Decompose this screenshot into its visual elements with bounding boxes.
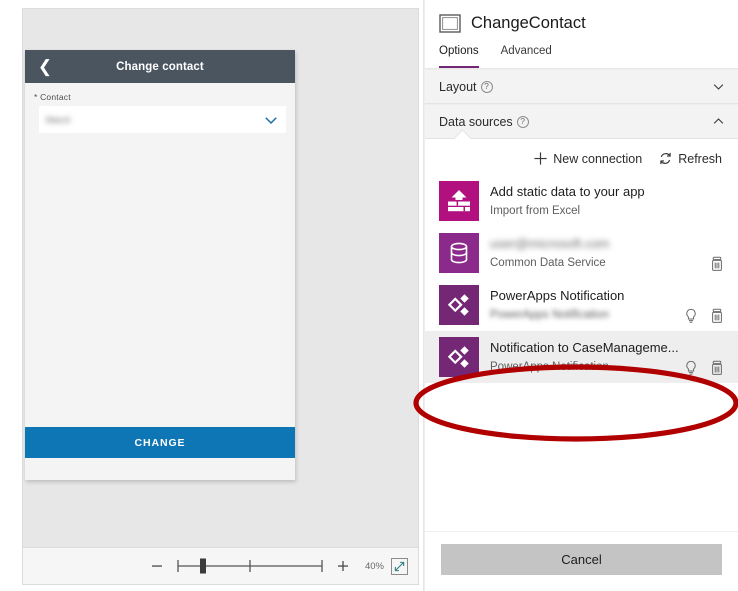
- data-source-row-common-data-service[interactable]: user@microsoft.com Common Data Service: [425, 227, 738, 279]
- zoom-slider-track: [177, 558, 323, 574]
- contact-dropdown[interactable]: Marcil: [39, 106, 286, 133]
- data-source-title: user@microsoft.com: [490, 236, 610, 251]
- help-circle-icon[interactable]: ?: [516, 115, 529, 128]
- plus-icon: [338, 561, 348, 571]
- data-sources-body: New connection Refresh Add static data t…: [425, 139, 738, 531]
- zoom-slider[interactable]: [172, 557, 328, 575]
- required-marker: *: [34, 92, 38, 102]
- data-source-text: Add static data to your app Import from …: [490, 183, 713, 219]
- new-connection-label: New connection: [553, 151, 643, 166]
- trash-icon[interactable]: [710, 360, 724, 376]
- data-source-text: Notification to CaseManageme... PowerApp…: [490, 339, 679, 375]
- section-data-sources-text: Data sources: [439, 114, 513, 129]
- plus-icon: [534, 152, 547, 165]
- expand-icon: [394, 561, 405, 571]
- data-source-row-static-data[interactable]: Add static data to your app Import from …: [425, 175, 738, 227]
- data-source-row-notification-to-casemanagement[interactable]: Notification to CaseManageme... PowerApp…: [425, 331, 738, 383]
- change-button[interactable]: CHANGE: [25, 427, 295, 458]
- phone-preview: ❮ Change contact * Contact Marcil CHANGE: [25, 50, 295, 480]
- zoom-out-button[interactable]: [149, 558, 165, 574]
- data-sources-list: Add static data to your app Import from …: [425, 175, 738, 383]
- chevron-left-icon[interactable]: ❮: [34, 50, 56, 83]
- data-source-text: PowerApps Notification PowerApps Notific…: [490, 287, 673, 323]
- fullscreen-button[interactable]: [391, 557, 408, 575]
- section-data-sources-label: Data sources ?: [439, 115, 711, 129]
- new-connection-button[interactable]: New connection: [533, 151, 642, 166]
- contact-dropdown-value: Marcil: [46, 114, 70, 125]
- data-source-subtitle: Import from Excel: [490, 205, 581, 217]
- screen-icon: [439, 13, 461, 33]
- panel-tabs: Options Advanced: [425, 42, 738, 69]
- data-source-row-actions: [710, 256, 724, 275]
- contact-label-text: Contact: [40, 92, 71, 102]
- refresh-button[interactable]: Refresh: [658, 151, 722, 166]
- data-source-subtitle: PowerApps Notification: [490, 309, 609, 321]
- phone-screen-title: Change contact: [116, 60, 204, 73]
- database-icon: [439, 233, 479, 273]
- chevron-up-icon: [713, 118, 724, 124]
- chevron-down-icon: [713, 84, 724, 90]
- lightbulb-icon[interactable]: [684, 360, 698, 376]
- refresh-icon: [660, 152, 671, 165]
- section-layout-label: Layout ?: [439, 80, 711, 94]
- data-source-title: Add static data to your app: [490, 184, 645, 199]
- app-root: ❮ Change contact * Contact Marcil CHANGE: [0, 0, 738, 591]
- lightbulb-icon[interactable]: [684, 308, 698, 324]
- app-canvas[interactable]: ❮ Change contact * Contact Marcil CHANGE: [22, 8, 419, 547]
- tab-advanced[interactable]: Advanced: [501, 42, 552, 68]
- data-source-row-powerapps-notification[interactable]: PowerApps Notification PowerApps Notific…: [425, 279, 738, 331]
- panel-footer: Cancel: [425, 531, 738, 591]
- trash-icon[interactable]: [710, 256, 724, 272]
- canvas-zoom-bar: 40%: [22, 547, 419, 585]
- upload-data-icon: [439, 181, 479, 221]
- refresh-label: Refresh: [678, 151, 722, 166]
- section-layout[interactable]: Layout ?: [425, 69, 738, 104]
- data-source-title: PowerApps Notification: [490, 288, 625, 303]
- data-source-title: Notification to CaseManageme...: [490, 340, 679, 355]
- data-source-row-actions: [684, 360, 724, 379]
- cancel-button[interactable]: Cancel: [441, 544, 722, 575]
- data-source-row-actions: [684, 308, 724, 327]
- canvas-pane: ❮ Change contact * Contact Marcil CHANGE: [0, 0, 424, 591]
- section-data-sources[interactable]: Data sources ?: [425, 104, 738, 139]
- data-source-subtitle: Common Data Service: [490, 257, 606, 269]
- data-sources-toolbar: New connection Refresh: [425, 143, 738, 175]
- zoom-in-button[interactable]: [335, 558, 351, 574]
- phone-screen-header: ❮ Change contact: [25, 50, 295, 83]
- powerapps-icon: [439, 337, 479, 377]
- panel-title: ChangeContact: [471, 13, 586, 32]
- contact-field-label: * Contact: [34, 92, 295, 102]
- trash-icon[interactable]: [710, 308, 724, 324]
- data-source-subtitle: PowerApps Notification: [490, 361, 609, 373]
- chevron-down-icon: [265, 116, 277, 124]
- right-properties-panel: ChangeContact Options Advanced Layout ? …: [413, 0, 738, 591]
- data-source-text: user@microsoft.com Common Data Service: [490, 235, 699, 271]
- powerapps-icon: [439, 285, 479, 325]
- zoom-percent-label: 40%: [364, 560, 384, 572]
- panel-header: ChangeContact: [425, 0, 738, 42]
- tab-options[interactable]: Options: [439, 42, 479, 68]
- minus-icon: [152, 565, 162, 567]
- help-circle-icon[interactable]: ?: [480, 80, 493, 93]
- zoom-slider-handle: [200, 558, 206, 574]
- section-layout-text: Layout: [439, 79, 477, 94]
